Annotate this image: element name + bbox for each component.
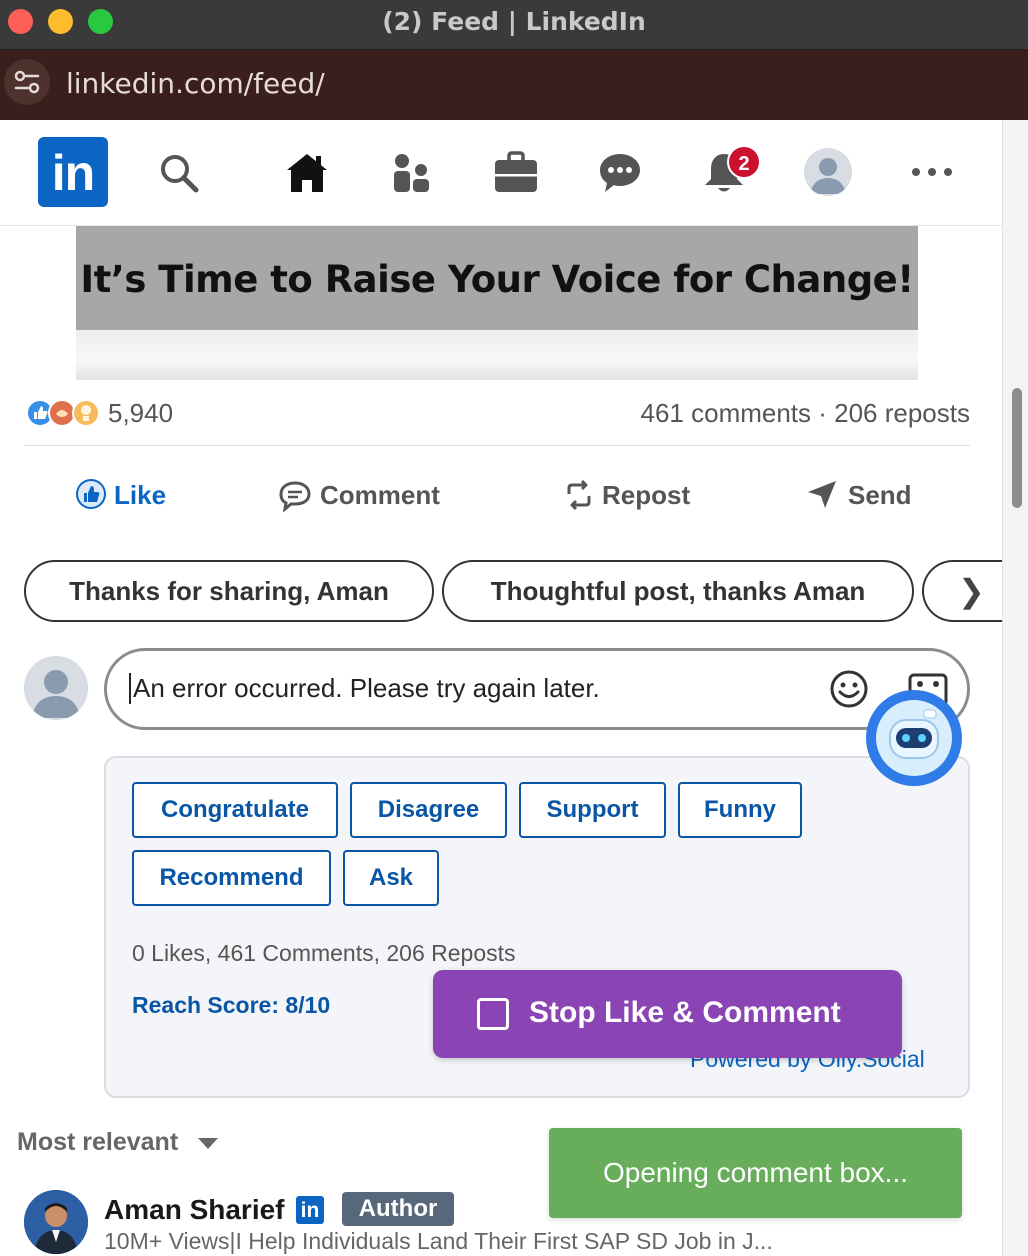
repost-label: Repost (602, 480, 691, 510)
divider (24, 445, 970, 446)
tone-button-support[interactable]: Support (519, 782, 666, 838)
title-bar: (2) Feed | LinkedIn (0, 0, 1028, 50)
author-badge: Author (342, 1192, 454, 1226)
jobs-icon[interactable] (493, 150, 539, 196)
commenter-name[interactable]: Aman Sharief (104, 1194, 285, 1226)
global-nav: in 2 (0, 120, 1002, 226)
stop-like-comment-button[interactable]: Stop Like & Comment (433, 970, 902, 1058)
me-avatar[interactable] (804, 148, 852, 196)
messaging-icon[interactable] (597, 150, 643, 196)
comment-avatar (24, 656, 88, 720)
more-icon[interactable] (910, 160, 954, 184)
reaction-icons (26, 399, 100, 427)
post-image[interactable]: It’s Time to Raise Your Voice for Change… (76, 226, 918, 330)
commenter-avatar[interactable] (24, 1190, 88, 1254)
emoji-icon[interactable] (829, 669, 869, 709)
reaction-count: 5,940 (108, 398, 174, 428)
my-network-icon[interactable] (388, 150, 434, 196)
linkedin-logo[interactable]: in (38, 137, 108, 207)
linkedin-page: in 2 It’s Time to Raise Your Voice for C… (0, 120, 1002, 1256)
stop-like-comment-label: Stop Like & Comment (529, 996, 841, 1029)
like-icon (76, 479, 106, 509)
address-bar[interactable]: linkedin.com/feed/ (0, 50, 1028, 120)
commenter-headline: 10M+ Views|I Help Individuals Land Their… (104, 1228, 773, 1254)
browser-window: (2) Feed | LinkedIn linkedin.com/feed/ i… (0, 0, 1028, 1256)
reach-score: Reach Score: 8/10 (132, 992, 331, 1018)
post-image-lower (76, 330, 918, 380)
comment-label: Comment (320, 480, 440, 510)
checkbox-icon (477, 998, 509, 1030)
comment-icon (279, 481, 311, 512)
comment-input[interactable]: An error occurred. Please try again late… (104, 648, 970, 730)
linkedin-premium-icon: in (296, 1196, 324, 1224)
home-icon[interactable] (284, 150, 330, 196)
comment-sort-dropdown[interactable]: Most relevant (17, 1128, 178, 1157)
status-toast: Opening comment box... (549, 1128, 962, 1218)
scrollbar-thumb[interactable] (1012, 388, 1022, 508)
url-text[interactable]: linkedin.com/feed/ (66, 67, 325, 100)
site-settings-icon[interactable] (4, 59, 50, 105)
send-icon (808, 481, 836, 508)
page-scrollbar[interactable] (1002, 120, 1028, 1256)
comments-reposts-count[interactable]: 461 comments · 206 reposts (641, 398, 971, 429)
chevron-right-icon[interactable]: ❯ (958, 572, 985, 610)
post-image-text: It’s Time to Raise Your Voice for Change… (80, 258, 914, 301)
window-title: (2) Feed | LinkedIn (382, 7, 646, 36)
comment-input-text[interactable]: An error occurred. Please try again late… (129, 673, 600, 704)
tone-button-recommend[interactable]: Recommend (132, 850, 331, 906)
send-label: Send (848, 480, 912, 510)
caret-down-icon[interactable] (198, 1138, 218, 1149)
tone-button-congratulate[interactable]: Congratulate (132, 782, 338, 838)
tone-button-funny[interactable]: Funny (678, 782, 802, 838)
like-label: Like (114, 480, 167, 510)
tone-button-ask[interactable]: Ask (343, 850, 439, 906)
tone-button-disagree[interactable]: Disagree (350, 782, 507, 838)
suggestion-chip-thoughtful[interactable]: Thoughtful post, thanks Aman (442, 560, 914, 622)
post-stats-text: 0 Likes, 461 Comments, 206 Reposts (132, 940, 516, 966)
search-icon[interactable] (156, 150, 202, 196)
assistant-bot-icon[interactable] (866, 690, 962, 786)
repost-icon (567, 479, 591, 511)
reactions-summary[interactable]: 5,940 (24, 396, 224, 430)
suggestion-chip-thanks[interactable]: Thanks for sharing, Aman (24, 560, 434, 622)
notification-count-badge: 2 (727, 145, 761, 179)
